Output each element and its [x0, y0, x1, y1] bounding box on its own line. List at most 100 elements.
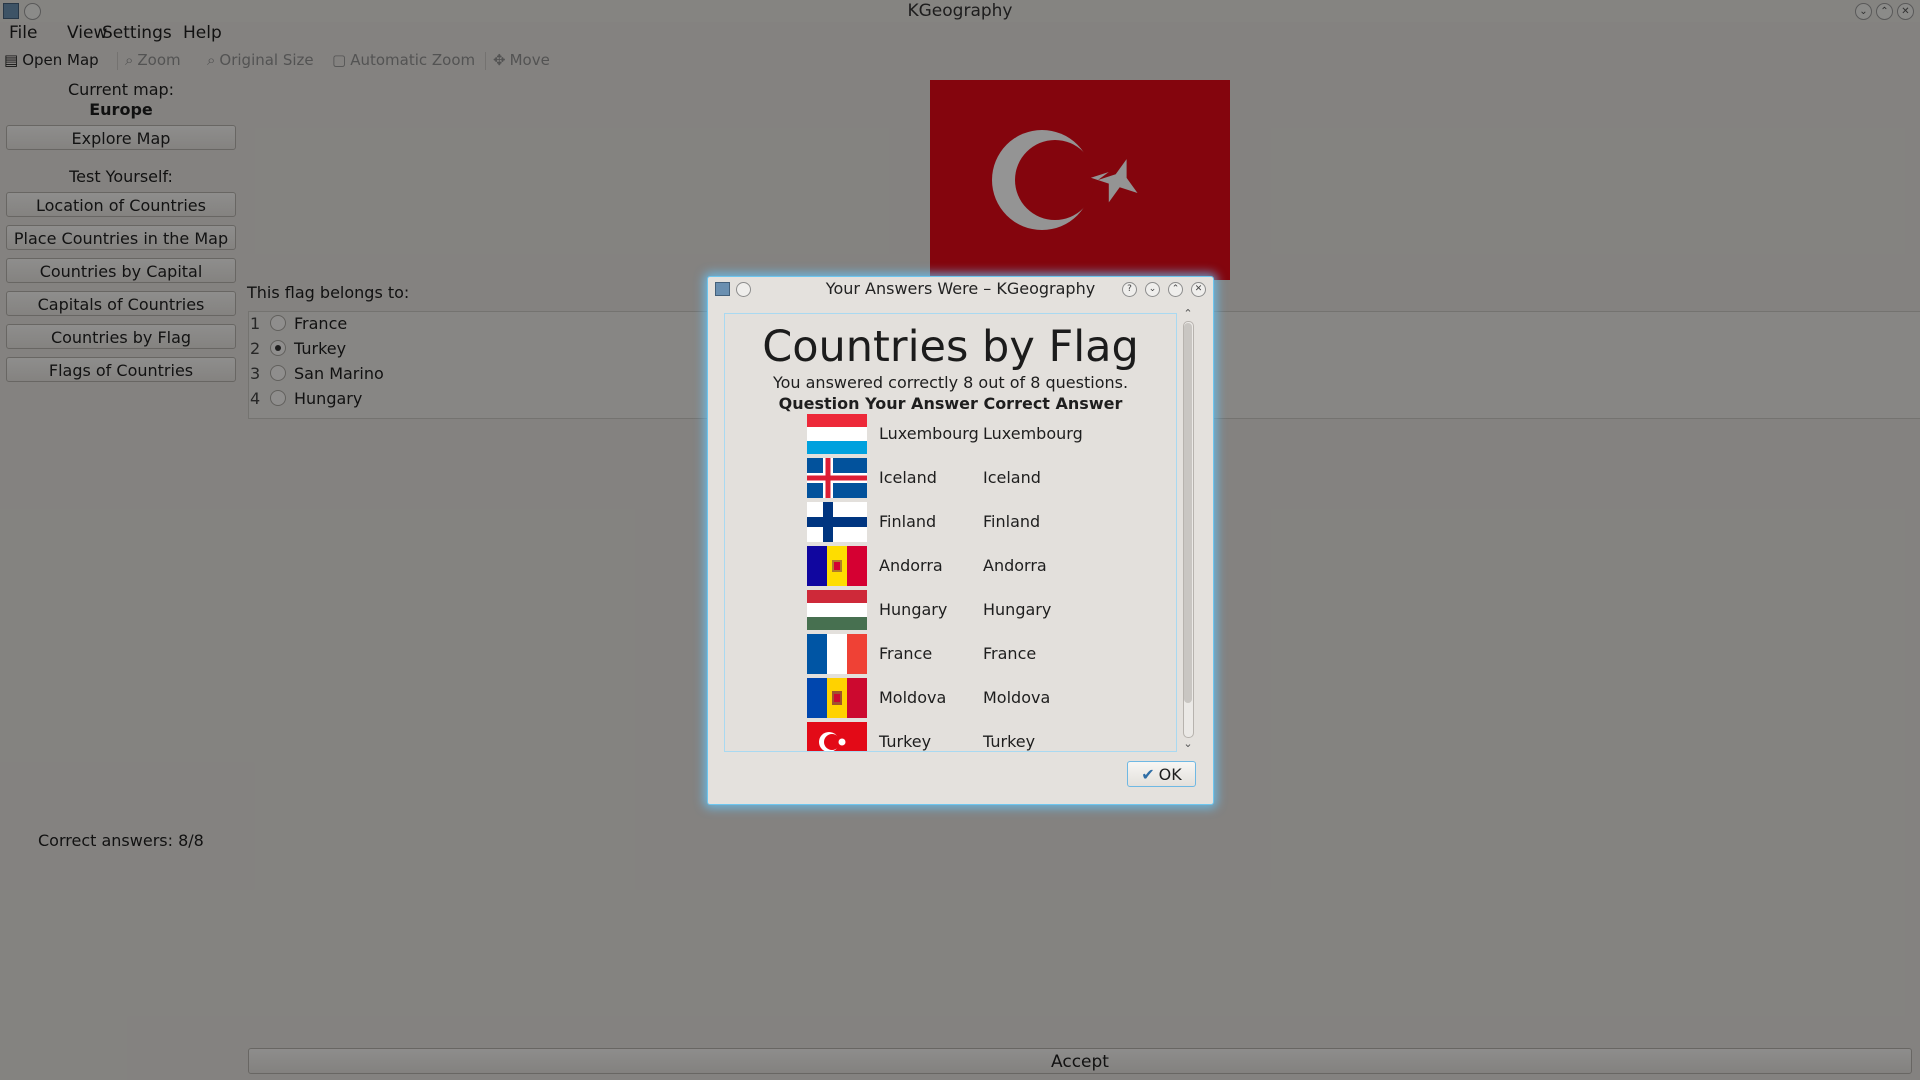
answer-option-1[interactable]: 1 France [250, 312, 347, 336]
correct-answer: Luxembourg [983, 424, 1083, 443]
ok-button[interactable]: ✔ OK [1127, 761, 1196, 787]
original-size-label: Original Size [219, 51, 314, 69]
turkey-flag-icon [930, 80, 1230, 280]
option-label: France [294, 314, 348, 333]
window-title: KGeography [907, 1, 1013, 21]
window-menu-icon[interactable] [24, 3, 41, 20]
your-answer: Turkey [879, 732, 932, 751]
option-number: 1 [250, 314, 261, 333]
your-answer: Luxembourg [879, 424, 979, 443]
result-row: Hungary Hungary [807, 590, 1167, 630]
capitals-of-countries-button[interactable]: Capitals of Countries [6, 291, 236, 316]
finland-flag-icon [807, 502, 867, 542]
answer-option-2[interactable]: 2 Turkey [250, 337, 346, 361]
correct-answer: Turkey [983, 732, 1036, 751]
correct-answers-counter: Correct answers: 8/8 [38, 831, 204, 850]
result-row: Luxembourg Luxembourg [807, 414, 1167, 454]
correct-answer: Iceland [983, 468, 1041, 487]
menu-help[interactable]: Help [183, 22, 222, 44]
explore-map-button[interactable]: Explore Map [6, 125, 236, 150]
your-answer: Moldova [879, 688, 947, 707]
answer-option-4[interactable]: 4 Hungary [250, 387, 362, 411]
radio-button-selected[interactable] [270, 340, 286, 356]
help-icon[interactable]: ? [1122, 282, 1137, 297]
move-icon: ✥ [493, 51, 506, 69]
iceland-flag-icon [807, 458, 867, 498]
original-size-button[interactable]: ⌕ Original Size [207, 48, 314, 72]
location-of-countries-button[interactable]: Location of Countries [6, 192, 236, 217]
current-map-label: Current map: [67, 80, 175, 99]
result-row: Iceland Iceland [807, 458, 1167, 498]
zoom-icon: ⌕ [125, 51, 134, 69]
dialog-titlebar: Your Answers Were – KGeography ? ⌄ ⌃ ✕ [708, 277, 1213, 301]
close-icon[interactable]: ✕ [1897, 3, 1914, 20]
open-map-button[interactable]: ▤ Open Map [4, 48, 99, 72]
question-prompt: This flag belongs to: [247, 283, 410, 302]
turkey-flag-icon [807, 722, 867, 751]
automatic-zoom-label: Automatic Zoom [350, 51, 476, 69]
question-flag-image [930, 80, 1230, 280]
dialog-app-icon [715, 282, 730, 296]
correct-answer: France [983, 644, 1037, 663]
accept-button[interactable]: Accept [248, 1048, 1912, 1074]
test-yourself-label: Test Yourself: [69, 167, 173, 186]
open-map-icon: ▤ [4, 51, 19, 69]
close-icon[interactable]: ✕ [1191, 282, 1206, 297]
menu-bar: File View Settings Help [0, 22, 1920, 44]
window-titlebar: KGeography ⌄ ⌃ ✕ [0, 0, 1920, 22]
check-icon: ✔ [1141, 765, 1155, 784]
option-number: 3 [250, 364, 261, 383]
radio-button[interactable] [270, 315, 286, 331]
original-size-icon: ⌕ [207, 51, 216, 69]
option-label: Hungary [294, 389, 363, 408]
correct-answer: Moldova [983, 688, 1051, 707]
correct-answer: Hungary [983, 600, 1052, 619]
automatic-zoom-icon: ▢ [332, 51, 347, 69]
toolbar-separator [117, 52, 118, 70]
place-countries-button[interactable]: Place Countries in the Map [6, 225, 236, 250]
countries-by-capital-button[interactable]: Countries by Capital [6, 258, 236, 283]
correct-answer: Andorra [983, 556, 1047, 575]
results-heading: Countries by Flag [762, 322, 1139, 372]
move-label: Move [509, 51, 550, 69]
radio-button[interactable] [270, 365, 286, 381]
maximize-icon[interactable]: ⌃ [1168, 282, 1183, 297]
countries-by-flag-button[interactable]: Countries by Flag [6, 324, 236, 349]
correct-answer: Finland [983, 512, 1041, 531]
menu-file[interactable]: File [9, 22, 37, 44]
option-number: 2 [250, 339, 261, 358]
current-map-value: Europe [89, 100, 153, 119]
app-icon [3, 3, 19, 19]
result-row: France France [807, 634, 1167, 674]
scrollbar-handle[interactable] [1184, 323, 1192, 703]
zoom-button[interactable]: ⌕ Zoom [125, 48, 181, 72]
radio-button[interactable] [270, 390, 286, 406]
flags-of-countries-button[interactable]: Flags of Countries [6, 357, 236, 382]
andorra-flag-icon [807, 546, 867, 586]
result-row: Finland Finland [807, 502, 1167, 542]
menu-settings[interactable]: Settings [102, 22, 172, 44]
minimize-icon[interactable]: ⌄ [1145, 282, 1160, 297]
automatic-zoom-button[interactable]: ▢ Automatic Zoom [332, 48, 475, 72]
hungary-flag-icon [807, 590, 867, 630]
scroll-up-icon[interactable]: ⌃ [1180, 307, 1196, 320]
toolbar: ▤ Open Map ⌕ Zoom ⌕ Original Size ▢ Automati… [0, 48, 1920, 74]
option-label: San Marino [294, 364, 384, 383]
your-answer: Hungary [879, 600, 948, 619]
france-flag-icon [807, 634, 867, 674]
results-column-headers: Question Your Answer Correct Answer [778, 394, 1123, 413]
answers-dialog: Your Answers Were – KGeography ? ⌄ ⌃ ✕ C… [707, 276, 1214, 805]
your-answer: Iceland [879, 468, 937, 487]
your-answer: Andorra [879, 556, 943, 575]
open-map-label: Open Map [22, 51, 99, 69]
results-view: Countries by Flag You answered correctly… [724, 313, 1177, 752]
result-row: Andorra Andorra [807, 546, 1167, 586]
move-button[interactable]: ✥ Move [493, 48, 550, 72]
scroll-down-icon[interactable]: ⌄ [1180, 737, 1196, 750]
answer-option-3[interactable]: 3 San Marino [250, 362, 384, 386]
result-row: Turkey Turkey [807, 722, 1167, 751]
results-scrollbar[interactable]: ⌃ ⌄ [1180, 307, 1196, 750]
dialog-menu-icon[interactable] [736, 282, 751, 297]
minimize-icon[interactable]: ⌄ [1855, 3, 1872, 20]
maximize-icon[interactable]: ⌃ [1876, 3, 1893, 20]
